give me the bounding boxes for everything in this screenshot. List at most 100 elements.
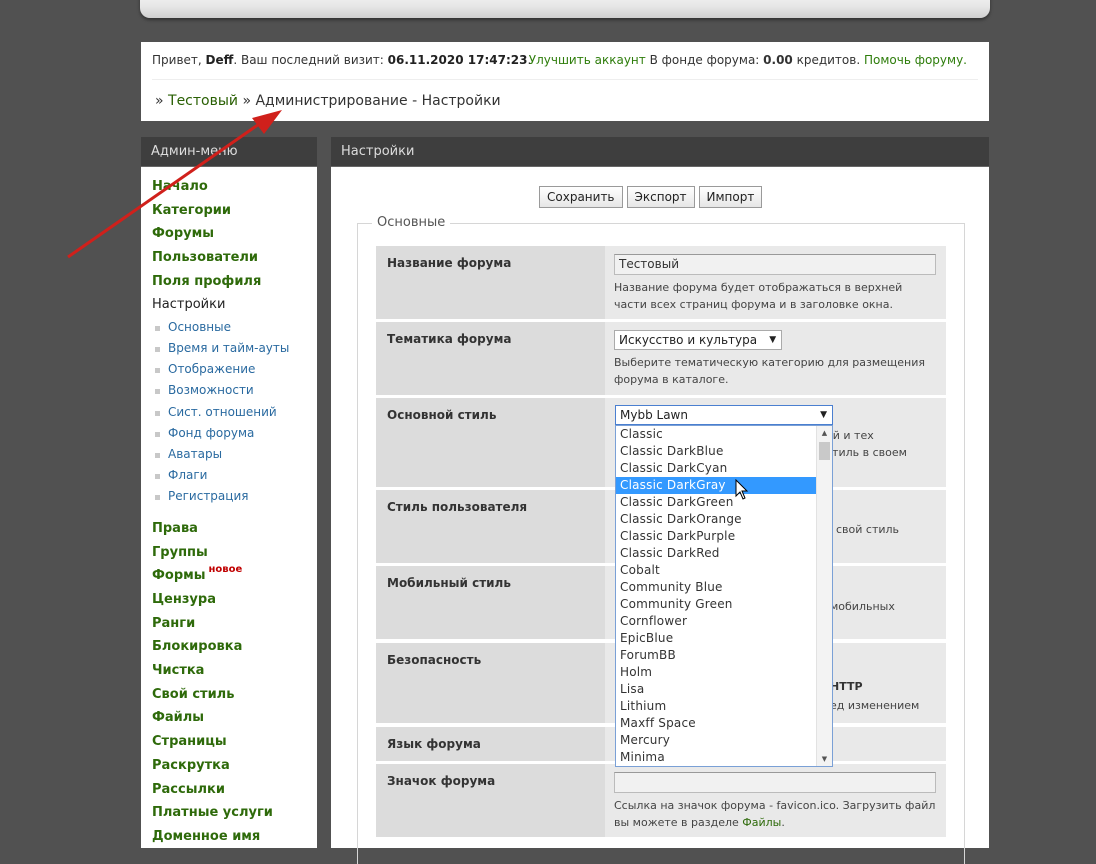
main-style-desc-part1: ей и тех bbox=[826, 429, 874, 442]
style-option[interactable]: Lithium bbox=[616, 698, 817, 715]
style-option[interactable]: Mercury bbox=[616, 732, 817, 749]
menu-item-settings[interactable]: Настройки bbox=[152, 293, 317, 317]
main-style-select[interactable]: Mybb Lawn ▼ bbox=[615, 405, 833, 425]
style-option[interactable]: Classic DarkGreen bbox=[616, 494, 817, 511]
style-option[interactable]: ForumBB bbox=[616, 647, 817, 664]
breadcrumb-forum-link[interactable]: Тестовый bbox=[168, 93, 238, 109]
submenu-item-flags[interactable]: Флаги bbox=[152, 465, 317, 486]
style-option[interactable]: Classic DarkPurple bbox=[616, 528, 817, 545]
new-badge: новое bbox=[208, 564, 243, 576]
forum-icon-desc-end: . bbox=[781, 816, 785, 829]
style-option[interactable]: Holm bbox=[616, 664, 817, 681]
menu-item-permissions[interactable]: Права bbox=[152, 517, 317, 541]
admin-menu: Админ-меню Начало Категории Форумы Польз… bbox=[141, 137, 317, 848]
style-option[interactable]: Classic DarkRed bbox=[616, 545, 817, 562]
row-forum-theme: Тематика форума Искусство и культура ▼ Вы… bbox=[376, 322, 946, 395]
submenu-item-fund[interactable]: Фонд форума bbox=[152, 423, 317, 444]
menu-item-forums[interactable]: Форумы bbox=[152, 222, 317, 246]
import-button[interactable]: Импорт bbox=[698, 186, 763, 208]
forum-theme-value: Искусство и культура bbox=[619, 333, 758, 347]
menu-item-files[interactable]: Файлы bbox=[152, 706, 317, 730]
style-option[interactable]: Classic DarkOrange bbox=[616, 511, 817, 528]
submenu-item-features[interactable]: Возможности bbox=[152, 380, 317, 401]
dropdown-arrow-icon: ▼ bbox=[769, 335, 777, 345]
style-option[interactable]: Classic DarkGray bbox=[616, 477, 817, 494]
last-visit-label: . Ваш последний визит: bbox=[233, 53, 388, 67]
style-option[interactable]: Minima bbox=[616, 749, 817, 766]
fund-label: В фонде форума: bbox=[645, 53, 764, 67]
security-desc-part1: HTTP bbox=[830, 680, 863, 693]
fund-value: 0.00 bbox=[763, 53, 793, 67]
style-option[interactable]: EpicBlue bbox=[616, 630, 817, 647]
forum-name-input[interactable]: Тестовый bbox=[614, 254, 936, 275]
welcome-panel: Привет, Deff. Ваш последний визит: 06.11… bbox=[141, 42, 989, 121]
help-forum-link[interactable]: Помочь форуму. bbox=[864, 53, 967, 67]
menu-item-bans[interactable]: Блокировка bbox=[152, 635, 317, 659]
toolbar: Сохранить Экспорт Импорт bbox=[539, 186, 766, 208]
forum-language-label: Язык форума bbox=[376, 727, 605, 761]
style-dropdown-list[interactable]: Classic Classic DarkBlue Classic DarkCyan C… bbox=[615, 425, 833, 767]
style-option[interactable]: Cornflower bbox=[616, 613, 817, 630]
style-options: Classic Classic DarkBlue Classic DarkCyan C… bbox=[616, 426, 817, 766]
save-button[interactable]: Сохранить bbox=[539, 186, 623, 208]
forum-theme-label: Тематика форума bbox=[376, 322, 605, 395]
menu-item-censor[interactable]: Цензура bbox=[152, 588, 317, 612]
submenu-item-display[interactable]: Отображение bbox=[152, 359, 317, 380]
style-option[interactable]: Cobalt bbox=[616, 562, 817, 579]
submenu-item-basic[interactable]: Основные bbox=[152, 317, 317, 338]
mobile-style-desc-part: мобильных bbox=[830, 600, 895, 613]
forum-theme-select[interactable]: Искусство и культура ▼ bbox=[614, 330, 783, 350]
style-option[interactable]: Community Green bbox=[616, 596, 817, 613]
menu-item-categories[interactable]: Категории bbox=[152, 199, 317, 223]
top-header-bar bbox=[140, 0, 990, 18]
scroll-down-arrow-icon[interactable]: ▼ bbox=[817, 752, 832, 766]
main-style-label: Основной стиль bbox=[376, 398, 605, 487]
files-link[interactable]: Файлы bbox=[742, 816, 781, 829]
menu-item-ranks[interactable]: Ранги bbox=[152, 612, 317, 636]
menu-item-users[interactable]: Пользователи bbox=[152, 246, 317, 270]
menu-item-home[interactable]: Начало bbox=[152, 175, 317, 199]
style-option[interactable]: Maxff Space bbox=[616, 715, 817, 732]
menu-item-promotion[interactable]: Раскрутка bbox=[152, 754, 317, 778]
forum-icon-desc: Ссылка на значок форума - favicon.ico. З… bbox=[614, 797, 937, 831]
mouse-cursor-icon bbox=[735, 479, 749, 500]
upgrade-account-link[interactable]: Улучшить аккаунт bbox=[529, 53, 646, 67]
style-option[interactable]: Classic bbox=[616, 426, 817, 443]
submenu-item-registration[interactable]: Регистрация bbox=[152, 486, 317, 507]
menu-item-pages[interactable]: Страницы bbox=[152, 730, 317, 754]
style-option[interactable]: Classic DarkBlue bbox=[616, 443, 817, 460]
scroll-thumb[interactable] bbox=[819, 442, 830, 460]
submenu-item-relations[interactable]: Сист. отношений bbox=[152, 402, 317, 423]
fund-unit: кредитов. bbox=[792, 53, 864, 67]
menu-item-paid-services[interactable]: Платные услуги bbox=[152, 801, 317, 825]
menu-item-prune[interactable]: Чистка bbox=[152, 659, 317, 683]
menu-item-forms[interactable]: Формы новое bbox=[152, 564, 317, 588]
breadcrumb-separator: » bbox=[155, 93, 169, 109]
menu-item-custom-style[interactable]: Свой стиль bbox=[152, 683, 317, 707]
menu-item-domain[interactable]: Доменное имя bbox=[152, 825, 317, 849]
mobile-style-label: Мобильный стиль bbox=[376, 566, 605, 639]
security-desc-part2: ед изменением bbox=[830, 699, 920, 712]
submenu-item-avatars[interactable]: Аватары bbox=[152, 444, 317, 465]
style-option[interactable]: Community Blue bbox=[616, 579, 817, 596]
settings-panel: Настройки Сохранить Экспорт Импорт Основны… bbox=[331, 137, 989, 864]
user-style-label: Стиль пользователя bbox=[376, 490, 605, 563]
menu-item-profile-fields[interactable]: Поля профиля bbox=[152, 270, 317, 294]
last-visit-value: 06.11.2020 17:47:23 bbox=[387, 53, 528, 67]
menu-gap bbox=[152, 507, 317, 517]
divider bbox=[152, 79, 978, 80]
dropdown-scrollbar[interactable]: ▲ ▼ bbox=[816, 426, 832, 766]
menu-item-groups[interactable]: Группы bbox=[152, 541, 317, 565]
breadcrumb-current: Администрирование - Настройки bbox=[255, 93, 501, 109]
export-button[interactable]: Экспорт bbox=[626, 186, 695, 208]
breadcrumb-separator: » bbox=[238, 93, 256, 109]
menu-item-mailing[interactable]: Рассылки bbox=[152, 778, 317, 802]
username: Deff bbox=[205, 53, 234, 67]
scroll-up-arrow-icon[interactable]: ▲ bbox=[817, 426, 832, 440]
welcome-line: Привет, Deff. Ваш последний визит: 06.11… bbox=[152, 53, 531, 67]
style-option[interactable]: Classic DarkCyan bbox=[616, 460, 817, 477]
forum-icon-input[interactable] bbox=[614, 772, 936, 793]
submenu-item-time[interactable]: Время и тайм-ауты bbox=[152, 338, 317, 359]
forum-theme-desc: Выберите тематическую категорию для разм… bbox=[614, 356, 926, 386]
style-option[interactable]: Lisa bbox=[616, 681, 817, 698]
